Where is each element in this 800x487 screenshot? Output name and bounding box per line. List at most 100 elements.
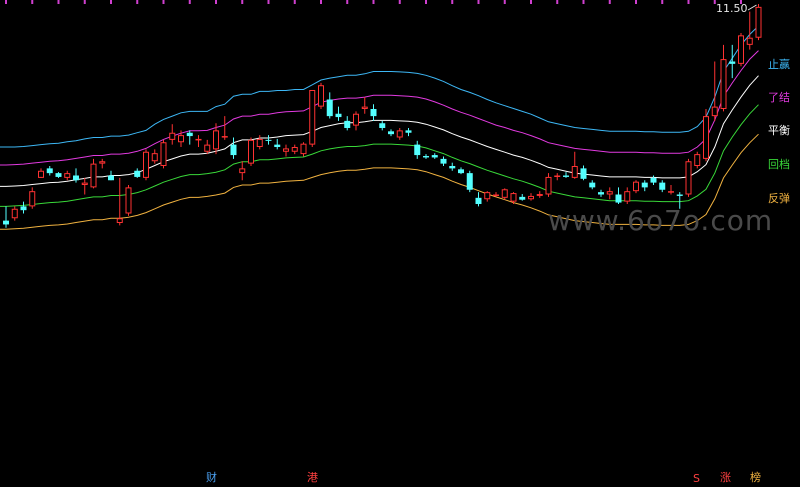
candle-body [405,130,412,133]
candle-body [143,151,149,178]
top-tick [451,0,454,4]
top-tick [372,0,375,4]
top-tick [215,0,217,4]
candle-body [318,85,324,107]
top-tick [556,0,559,4]
marker-rise: 涨 [720,471,731,484]
top-tick [110,0,112,4]
candle-body [361,106,368,109]
candle-body [528,195,534,200]
marker-list: 榜 [750,471,761,484]
candle-body [3,220,9,225]
top-tick [83,0,86,4]
marker-hk: 港 [307,471,318,484]
candle-body [221,136,228,138]
candle-body [388,131,394,135]
candle-body [344,120,351,128]
candle-body [178,135,184,143]
top-tick [31,0,34,4]
candle-body [475,197,482,205]
candle-body [449,166,456,169]
candle-body [729,61,736,64]
band-label-close: 了结 [768,91,790,104]
candle-body [624,191,631,202]
last-price-label: 11.50 [716,2,748,15]
candle-body [108,175,114,181]
candle-body [134,170,141,177]
candle-body [265,139,272,141]
band-label-profit: 止赢 [768,58,790,71]
candle-body [414,144,421,156]
candle-body [29,191,36,207]
candle-body [738,35,744,64]
top-tick [582,0,585,4]
candle-body [746,37,753,45]
band-line-balance [0,75,759,187]
candle-body [396,130,403,138]
top-tick [136,0,139,4]
candle-body [580,168,587,179]
candle-body [519,196,526,200]
candle-body [169,132,176,140]
top-tick [267,0,270,4]
candle-body [379,123,386,128]
candle-body [326,99,333,117]
top-tick [57,0,60,4]
candle-body [598,192,604,195]
candle-body [545,176,552,195]
candle-body [606,191,613,195]
candle-body [563,175,569,177]
candle-body [195,138,202,141]
candle-body [659,182,666,190]
candle-body [274,144,281,147]
top-tick [425,0,427,4]
candle-body [633,181,639,192]
top-tick [477,0,480,4]
candle-body [641,182,648,188]
candle-body [291,146,298,152]
candle-body [256,138,263,147]
top-tick [503,0,506,4]
candle-body [151,153,158,162]
band-line-profit [0,25,759,148]
candlestick-chart [0,0,762,230]
band-label-balance: 平衡 [768,124,790,137]
candle-body [536,194,543,196]
candle-body [38,170,44,178]
top-tick [530,0,532,4]
candle-body [309,89,316,145]
candle-body [510,193,517,202]
candle-body [554,175,561,178]
last-price-arrow [747,4,757,11]
top-tick [241,0,244,4]
candle-body [431,155,438,158]
top-tick [398,0,401,4]
candle-body [239,168,246,174]
candle-body [466,173,473,190]
candle-body [493,194,499,197]
candle-body [81,182,88,186]
candle-body [423,156,429,158]
candle-body [685,161,692,195]
band-label-pullback: 回档 [768,158,790,171]
candle-body [73,175,79,181]
candle-body [230,144,237,156]
candle-body [160,142,167,167]
top-tick [635,0,637,4]
candle-body [458,169,464,174]
top-tick [162,0,165,4]
candle-body [676,194,683,196]
candle-body [755,6,762,38]
band-line-close [0,50,759,166]
candle-body [711,106,718,117]
candle-body [186,132,193,137]
candle-body [204,144,211,152]
candle-body [589,182,596,188]
candle-body [125,187,132,214]
candle-body [353,113,359,126]
candle-body [370,108,377,117]
candle-body [440,158,447,164]
candle-body [90,163,97,188]
candle-body [283,148,289,152]
candle-body [116,218,123,224]
